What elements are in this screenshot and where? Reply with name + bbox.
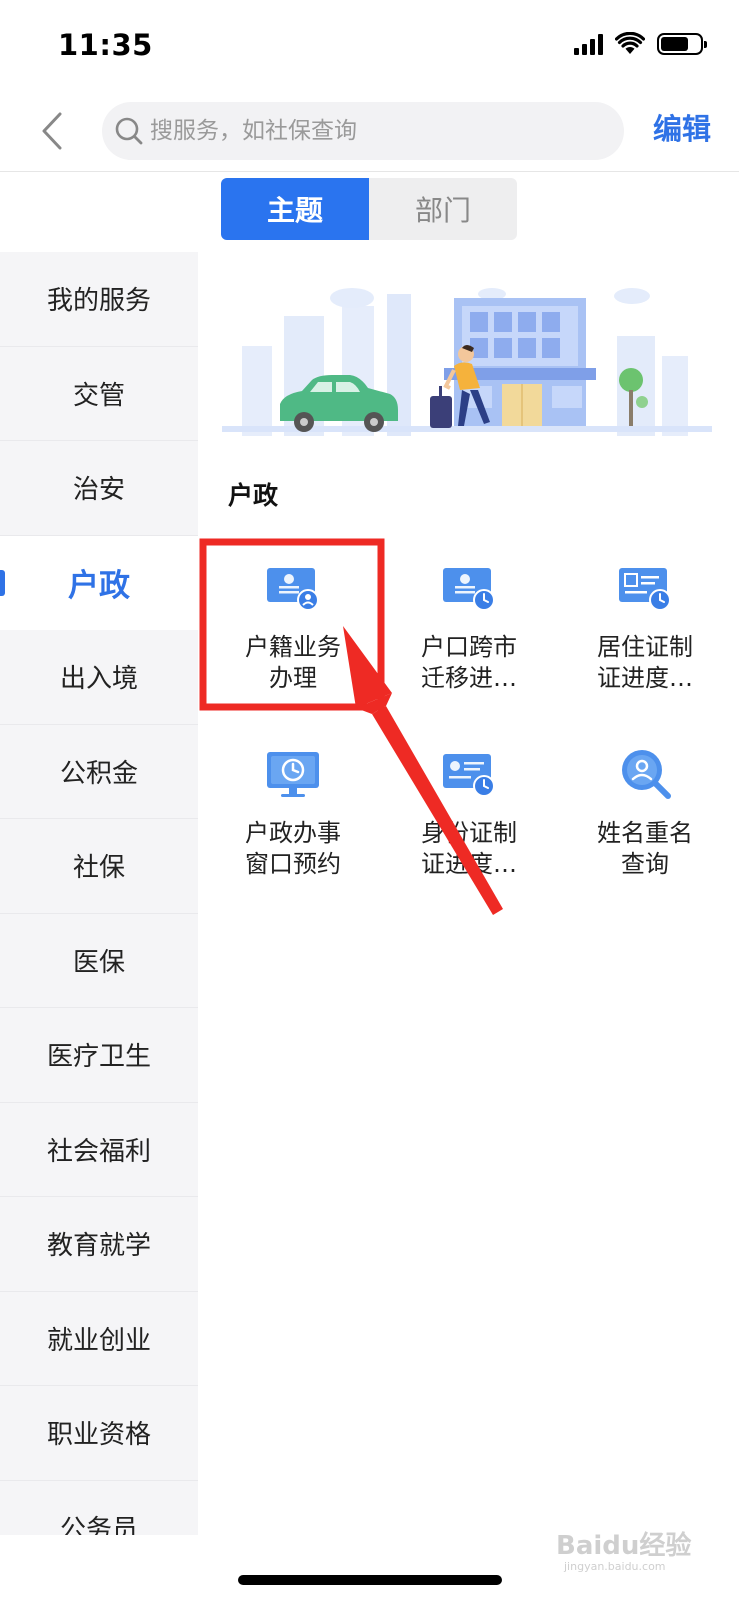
service-label: 身份证制 证进度…: [421, 819, 517, 878]
sidebar-item-employment[interactable]: 就业创业: [0, 1292, 198, 1386]
sidebar-item-social-security[interactable]: 社保: [0, 819, 198, 914]
search-icon: [115, 117, 143, 145]
id-card-person-icon: [267, 568, 319, 611]
service-window-appointment[interactable]: 户政办事 窗口预约: [205, 726, 381, 896]
search-person-icon: [622, 750, 671, 799]
sidebar-item-healthcare[interactable]: 医疗卫生: [0, 1008, 198, 1103]
service-id-card-progress[interactable]: 身份证制 证进度…: [381, 726, 557, 896]
edit-button[interactable]: 编辑: [653, 106, 711, 148]
tab-theme[interactable]: 主题: [221, 178, 369, 240]
sidebar-item-household[interactable]: 户政: [0, 535, 198, 630]
tab-department[interactable]: 部门: [369, 178, 517, 240]
sidebar-item-exit-entry[interactable]: 出入境: [0, 630, 198, 725]
service-household-registration[interactable]: 户籍业务 办理: [205, 540, 381, 710]
service-name-duplicate-query[interactable]: 姓名重名 查询: [557, 726, 733, 896]
search-input[interactable]: [150, 118, 590, 144]
status-time: 11:35: [58, 28, 153, 62]
sidebar-item-social-welfare[interactable]: 社会福利: [0, 1103, 198, 1197]
sidebar-item-qualification[interactable]: 职业资格: [0, 1386, 198, 1481]
nav-bar: 编辑: [0, 96, 739, 172]
id-card-clock-icon: [443, 754, 495, 797]
cellular-signal-icon: [574, 33, 603, 55]
status-icons: [574, 32, 707, 56]
service-cross-city-transfer[interactable]: 户口跨市 迁移进…: [381, 540, 557, 710]
banner-illustration: [222, 288, 712, 436]
sidebar-item-civil-servant[interactable]: 公务员: [0, 1481, 198, 1535]
back-button[interactable]: [34, 106, 74, 156]
watermark: Baidu经验 jingyan.baidu.com: [556, 1531, 692, 1573]
sidebar-item-education[interactable]: 教育就学: [0, 1197, 198, 1292]
status-bar: 11:35: [0, 0, 739, 90]
category-sidebar: 我的服务 交管 治安 户政 出入境 公积金 社保 医保 医疗卫生 社会福利 教育…: [0, 252, 198, 1535]
sidebar-item-housing-fund[interactable]: 公积金: [0, 725, 198, 819]
id-card-clock-icon: [443, 568, 495, 611]
residence-card-clock-icon: [619, 568, 671, 611]
sidebar-item-my-services[interactable]: 我的服务: [0, 252, 198, 347]
sidebar-item-public-security[interactable]: 治安: [0, 441, 198, 536]
sidebar-item-traffic[interactable]: 交管: [0, 347, 198, 441]
home-indicator[interactable]: [238, 1575, 502, 1585]
service-label: 姓名重名 查询: [597, 819, 693, 878]
search-bar[interactable]: [102, 102, 624, 160]
service-label: 户口跨市 迁移进…: [421, 633, 517, 692]
service-label: 户政办事 窗口预约: [245, 819, 341, 878]
service-label: 居住证制 证进度…: [597, 633, 693, 692]
monitor-clock-icon: [267, 752, 319, 797]
service-residence-permit-progress[interactable]: 居住证制 证进度…: [557, 540, 733, 710]
section-title: 户政: [228, 481, 279, 510]
chevron-left-icon: [42, 112, 62, 150]
sidebar-item-medical-insurance[interactable]: 医保: [0, 914, 198, 1008]
battery-icon: [657, 33, 707, 55]
category-tabs: 主题 部门: [221, 178, 517, 240]
service-label: 户籍业务 办理: [245, 633, 341, 692]
wifi-icon: [615, 32, 645, 54]
